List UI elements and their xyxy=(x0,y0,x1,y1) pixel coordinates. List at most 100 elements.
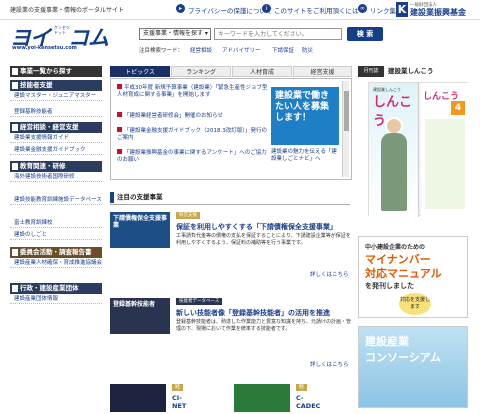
tab-topics[interactable]: トピックス xyxy=(110,66,170,77)
news-text: 「建設業経営者研修会」開催のお知らせ xyxy=(124,113,223,119)
news-text: 「建設業振興基金の事業に関するアンケート」へのご協力のお願い xyxy=(117,150,267,163)
news-item[interactable]: 平成30年度 新規予算事業（建設業）「緊急生産性ジョブ型人材育成に関する事業」を… xyxy=(117,84,269,99)
keyword-link[interactable]: 経営相談 xyxy=(190,46,212,54)
card-more-link[interactable]: 詳しくはこちら xyxy=(310,270,349,278)
sidebar-section-head[interactable]: 技能者支援 xyxy=(10,80,102,91)
card-category: 技能者データベース xyxy=(176,298,223,305)
tab-training[interactable]: 人材育成 xyxy=(232,66,292,77)
support-section-title: 注目の支援事業 xyxy=(117,193,163,201)
logo-category: 経営支援 xyxy=(296,384,308,411)
support-section-header: 注目の支援事業 xyxy=(110,192,350,205)
sidebar: 事業一覧から探す 技能者支援 建設マスター・ジュニアマスター 登録基幹技能者 経… xyxy=(10,66,102,406)
sidebar-item[interactable]: 建設技能教育訓練施設データベース xyxy=(10,197,102,205)
site-tagline: 建設業の支援事業・情報のポータルサイト xyxy=(10,7,125,14)
tab-management[interactable]: 経営支援 xyxy=(293,66,352,77)
card-thumb[interactable]: 登録基幹技能者 xyxy=(110,298,170,334)
new-icon xyxy=(117,127,122,132)
sidebar-item[interactable]: 建設業金融支援ガイドブック xyxy=(10,147,102,155)
keyword-link[interactable]: アドバイザリー xyxy=(222,46,261,54)
monthly-header: 月刊誌 建設業しんこう xyxy=(358,66,468,77)
ad-badge: 対応を支援します xyxy=(399,293,431,315)
worker-body xyxy=(381,133,407,211)
sidebar-item[interactable]: 建設のしごと xyxy=(10,232,102,240)
site-logo[interactable]: ヨイ コム ケンセツ ドット www.yoi-kensetsu.com xyxy=(10,22,130,52)
search-category-select[interactable]: 支援事業・情報を探す ▾ xyxy=(139,28,211,40)
search-button[interactable]: 検 索 xyxy=(347,27,383,41)
news-item[interactable]: 「建設業金融支援ガイドブック（2018.3改訂版）」発行のご案内 xyxy=(117,127,269,142)
card-category: 経営支援 xyxy=(176,212,200,219)
search-input[interactable] xyxy=(214,28,342,40)
square-icon xyxy=(12,163,18,170)
card-title[interactable]: 新しい技能者像「登録基幹技能者」の活用を推進 xyxy=(176,308,330,318)
sidebar-section-head[interactable]: 委員会活動・調査報告書 xyxy=(10,247,102,258)
sidebar-item[interactable]: 海外建設技術者国際研修 xyxy=(10,174,102,182)
news-side-text[interactable]: 建設業の魅力を伝える「建設業しごとナビ」へ xyxy=(271,149,339,163)
news-item[interactable]: 「建設業振興基金の事業に関するアンケート」へのご協力のお願い xyxy=(117,149,269,164)
new-icon xyxy=(117,84,122,89)
card-more-link[interactable]: 詳しくはこちら xyxy=(310,360,349,368)
ad-line: 中小建設企業のための xyxy=(365,244,426,251)
logo-name: CI-NET xyxy=(172,394,187,410)
terms-link[interactable]: このサイトをご利用頂くには xyxy=(274,5,359,15)
sidebar-section-title: 経営相談・経営支援 xyxy=(20,123,79,131)
sidebar-section-head[interactable]: 経営相談・経営支援 xyxy=(10,122,102,133)
ci-net-logo xyxy=(110,384,166,412)
c-cadec-banner[interactable]: 経営支援 C-CADEC xyxy=(234,384,320,412)
mynumber-banner[interactable]: 中小建設企業のための マイナンバー 対応マニュアル を発刊しました 対応を支援し… xyxy=(358,236,468,318)
sidebar-item[interactable]: 建設産業団体情報 xyxy=(10,296,102,304)
ad-line: 対応マニュアル xyxy=(365,267,442,280)
sponsor-k-icon: K xyxy=(396,2,408,17)
tab-ranking[interactable]: ランキング xyxy=(171,66,231,77)
magazine-cover-photo: 建設業しんこう しんこう xyxy=(369,83,419,217)
card-desc: 登録基幹技能者は、熟達した作業能力と豊富な知識を持ち、元請けの計画・管理の下、現… xyxy=(176,319,352,332)
c-cadec-logo xyxy=(234,384,290,412)
logo-kana: ケンセツ ドット xyxy=(54,25,70,35)
square-icon xyxy=(12,285,18,292)
sidebar-section-title: 教育関連・研修 xyxy=(20,162,66,170)
new-icon xyxy=(117,149,122,154)
news-text: 平成30年度 新規予算事業（建設業）「緊急生産性ジョブ型人材育成に関する事業」を… xyxy=(117,85,268,98)
sidebar-item[interactable]: 富士教育訓練校 xyxy=(10,220,102,228)
logo-category: 経営支援 xyxy=(172,384,184,411)
card-desc: 工事請負代金等の債権の支払を保証することにより、下請建設企業等が保証を利用しやす… xyxy=(176,233,351,246)
keyword-link[interactable]: 防災 xyxy=(302,46,313,54)
sidebar-item[interactable]: 建設業支援情報ガイド xyxy=(10,135,102,143)
square-icon xyxy=(12,82,18,89)
links-link[interactable]: リンク集 xyxy=(370,5,396,15)
consortium-banner[interactable]: 建設産業 コンソーシアム xyxy=(358,326,468,408)
keyword-link[interactable]: 下請保証 xyxy=(272,46,294,54)
sidebar-section-head[interactable]: 行政・建設産業団体 xyxy=(10,283,102,294)
logo-url: www.yoi-kensetsu.com xyxy=(12,45,77,51)
card-thumb[interactable]: 下請債権保全支援事業 xyxy=(110,212,170,248)
privacy-icon: ▸ xyxy=(176,4,185,13)
magazine-cover: しんこう 4 xyxy=(421,83,469,217)
sidebar-item[interactable]: 建設産業人材確保・育成推進協議会 xyxy=(10,260,102,268)
magazine-banner[interactable]: 建設業しんこう しんこう しんこう 4 xyxy=(368,82,469,217)
sidebar-item[interactable]: 登録基幹技能者 xyxy=(10,109,102,117)
recruit-banner[interactable]: 建設業で働きたい人を募集します！ xyxy=(271,87,339,145)
sidebar-list-head-label: 事業一覧から探す xyxy=(20,67,72,75)
card-title[interactable]: 保証を利用しやすくする「下請債権保全支援事業」 xyxy=(176,222,337,232)
monthly-label: 月刊誌 xyxy=(358,66,384,77)
ci-net-banner[interactable]: 経営支援 CI-NET xyxy=(110,384,186,412)
new-icon xyxy=(117,112,122,117)
keywords-label: 注目検索ワード： xyxy=(139,48,184,54)
news-scrollbar[interactable] xyxy=(342,81,349,177)
scroll-thumb[interactable] xyxy=(344,91,349,131)
news-item[interactable]: 「建設業経営者研修会」開催のお知らせ xyxy=(117,112,269,120)
link-icon: ∞ xyxy=(358,4,367,13)
search-select-value: 支援事業・情報を探す xyxy=(143,30,204,37)
sidebar-section-head[interactable]: 教育関連・研修 xyxy=(10,161,102,172)
news-text: 「建設業金融支援ガイドブック（2018.3改訂版）」発行のご案内 xyxy=(117,128,267,141)
sidebar-item[interactable]: 建設マスター・ジュニアマスター xyxy=(10,93,102,101)
support-card: 登録基幹技能者 技能者データベース 新しい技能者像「登録基幹技能者」の活用を推進… xyxy=(110,298,355,368)
privacy-link[interactable]: プライバシーの保護について xyxy=(188,5,272,15)
sponsor-logo[interactable]: K 一般財団法人 建設業振興基金 xyxy=(396,2,476,17)
ad-line: を発刊しました xyxy=(365,282,414,290)
sidebar-list-head: 事業一覧から探す xyxy=(10,66,102,77)
ad-line: コンソーシアム xyxy=(365,351,442,364)
logo-name: C-CADEC xyxy=(296,394,321,410)
section-bar xyxy=(110,192,114,203)
news-panel: 平成30年度 新規予算事業（建設業）「緊急生産性ジョブ型人材育成に関する事業」を… xyxy=(110,78,352,180)
sidebar-section-title: 委員会活動・調査報告書 xyxy=(20,248,92,256)
